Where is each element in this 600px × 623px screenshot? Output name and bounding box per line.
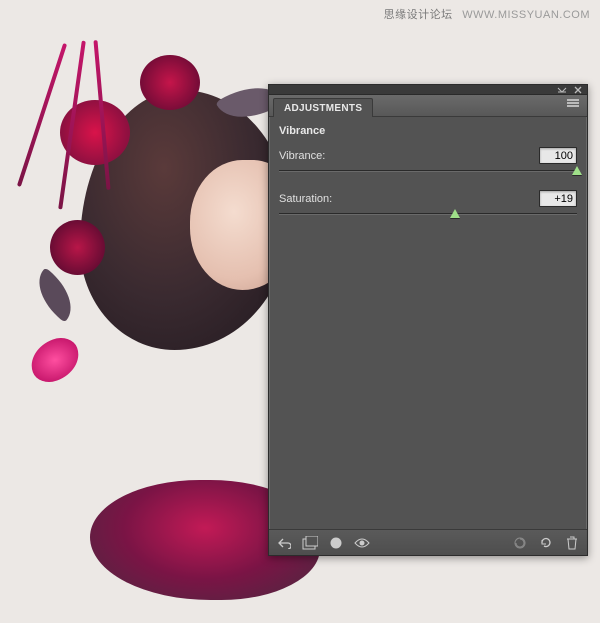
collapse-icon[interactable]: [557, 86, 567, 94]
panel-body: Vibrance Vibrance: Saturation:: [269, 117, 587, 529]
saturation-value-input[interactable]: [539, 190, 577, 207]
saturation-slider[interactable]: [279, 209, 577, 223]
adjustments-panel: ADJUSTMENTS Vibrance Vibrance: Saturatio…: [268, 84, 588, 556]
adjustment-title: Vibrance: [279, 125, 577, 137]
watermark-cn: 思缘设计论坛: [384, 9, 453, 21]
panel-footer: [269, 529, 587, 555]
saturation-slider-thumb[interactable]: [450, 209, 460, 218]
watermark-url: WWW.MISSYUAN.COM: [462, 9, 590, 21]
vibrance-control: Vibrance:: [279, 147, 577, 180]
panel-menu-icon[interactable]: [567, 99, 581, 111]
saturation-control: Saturation:: [279, 190, 577, 223]
previous-state-icon[interactable]: [511, 535, 529, 551]
watermark: 思缘设计论坛 WWW.MISSYUAN.COM: [384, 6, 590, 22]
reset-icon[interactable]: [537, 535, 555, 551]
back-arrow-icon[interactable]: [275, 535, 293, 551]
clip-to-layer-icon[interactable]: [327, 535, 345, 551]
panel-tabbar: ADJUSTMENTS: [269, 95, 587, 117]
new-adjustment-icon[interactable]: [301, 535, 319, 551]
tab-adjustments[interactable]: ADJUSTMENTS: [273, 98, 373, 117]
vibrance-slider[interactable]: [279, 166, 577, 180]
vibrance-label: Vibrance:: [279, 150, 325, 162]
panel-titlebar[interactable]: [269, 85, 587, 95]
vibrance-slider-thumb[interactable]: [572, 166, 582, 175]
close-icon[interactable]: [573, 86, 583, 94]
vibrance-value-input[interactable]: [539, 147, 577, 164]
saturation-label: Saturation:: [279, 193, 332, 205]
visibility-eye-icon[interactable]: [353, 535, 371, 551]
trash-icon[interactable]: [563, 535, 581, 551]
